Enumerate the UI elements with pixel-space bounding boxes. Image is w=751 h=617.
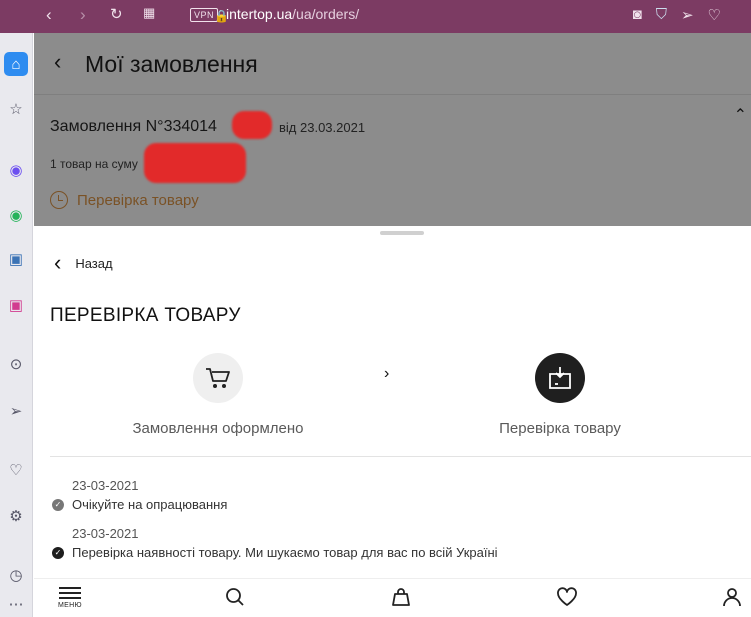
address-bar[interactable]: intertop.ua/ua/orders/	[226, 6, 359, 22]
back-button[interactable]: ‹ Назад	[54, 250, 113, 276]
back-arrow-icon[interactable]: ‹	[54, 49, 61, 75]
menu-icon	[58, 587, 81, 599]
clock-icon	[50, 191, 68, 209]
divider	[50, 456, 751, 457]
instagram-icon[interactable]: ▣	[4, 293, 28, 317]
history-date: 23-03-2021	[72, 526, 139, 541]
shield-icon[interactable]: ⛉	[656, 6, 667, 24]
browser-sidebar: ⌂ ☆ ◉ ◉ ▣ ▣ ⊙ ➢ ♡ ⚙ ◷ ⋯	[0, 33, 33, 617]
search-icon	[226, 588, 244, 606]
favorites-button[interactable]	[556, 587, 578, 607]
check-icon: ✓	[52, 546, 64, 559]
url-path: /ua/orders/	[292, 6, 360, 22]
bag-icon	[392, 588, 410, 606]
sheet-title: ПЕРЕВІРКА ТОВАРУ	[50, 305, 241, 326]
cart-icon	[193, 353, 243, 403]
user-icon	[723, 588, 741, 607]
status-bottom-sheet: ‹ Назад ПЕРЕВІРКА ТОВАРУ Замовлення офор…	[34, 226, 751, 617]
history-item: 23-03-2021 ✓ Очікуйте на опрацювання	[52, 478, 227, 512]
sheet-drag-handle[interactable]	[380, 231, 424, 235]
step-item-check: Перевірка товару	[460, 353, 660, 437]
send-icon[interactable]: ➢	[4, 399, 28, 423]
vk-icon[interactable]: ▣	[4, 247, 28, 271]
chevron-up-icon[interactable]: ⌃	[734, 105, 747, 125]
step-order-placed: Замовлення оформлено	[118, 353, 318, 437]
orders-page: ‹ Мої замовлення Замовлення N°334014 від…	[34, 33, 751, 226]
messenger-icon[interactable]: ◉	[4, 158, 28, 182]
page-header: ‹ Мої замовлення	[34, 33, 751, 95]
search-button[interactable]	[225, 587, 245, 607]
back-icon[interactable]: ‹	[46, 5, 52, 25]
more-icon[interactable]: ⋯	[4, 592, 28, 616]
bag-button[interactable]	[391, 587, 411, 607]
history-text: Очікуйте на опрацювання	[72, 497, 228, 512]
order-status-label: Перевірка товару	[77, 191, 199, 209]
whatsapp-icon[interactable]: ◉	[4, 203, 28, 227]
back-label: Назад	[75, 255, 113, 271]
heart-icon[interactable]: ♡	[708, 6, 721, 24]
order-title[interactable]: Замовлення N°334014	[50, 118, 217, 136]
browser-toolbar: ‹ › ↻ ▦ VPN 🔒 intertop.ua/ua/orders/ ◙ ⛉…	[0, 0, 751, 33]
settings-icon[interactable]: ⚙	[4, 504, 28, 528]
forward-icon[interactable]: ›	[80, 5, 86, 25]
step-label: Замовлення оформлено	[132, 420, 304, 437]
heart-icon	[557, 587, 577, 606]
check-icon: ✓	[52, 498, 64, 511]
send-icon[interactable]: ➢	[681, 6, 694, 24]
chevron-left-icon: ‹	[54, 250, 62, 275]
star-icon[interactable]: ☆	[4, 97, 28, 121]
tabs-grid-icon[interactable]: ▦	[143, 5, 155, 21]
history-text: Перевірка наявності товару. Ми шукаємо т…	[72, 545, 498, 560]
history-date: 23-03-2021	[72, 478, 139, 493]
bottom-navigation: МЕНЮ	[34, 578, 751, 617]
step-label: Перевірка товару	[499, 420, 621, 437]
player-icon[interactable]: ⊙	[4, 352, 28, 376]
history-item: 23-03-2021 ✓ Перевірка наявності товару.…	[52, 526, 498, 560]
profile-button[interactable]	[722, 587, 742, 607]
url-host: intertop.ua	[226, 6, 293, 22]
heart-icon[interactable]: ♡	[4, 458, 28, 482]
box-check-icon	[535, 353, 585, 403]
redaction-mark	[232, 111, 272, 139]
order-items-line: 1 товар на суму	[50, 157, 138, 171]
chevron-right-icon: ›	[384, 365, 390, 382]
camera-icon[interactable]: ◙	[633, 6, 642, 24]
order-date: від 23.03.2021	[279, 120, 366, 135]
reload-icon[interactable]: ↻	[110, 5, 123, 23]
order-status: Перевірка товару	[50, 191, 199, 209]
home-icon[interactable]: ⌂	[4, 52, 28, 76]
page-title: Мої замовлення	[85, 51, 258, 77]
menu-button[interactable]: МЕНЮ	[58, 587, 82, 609]
menu-label: МЕНЮ	[58, 602, 82, 609]
redaction-mark	[144, 143, 246, 183]
history-icon[interactable]: ◷	[4, 563, 28, 587]
